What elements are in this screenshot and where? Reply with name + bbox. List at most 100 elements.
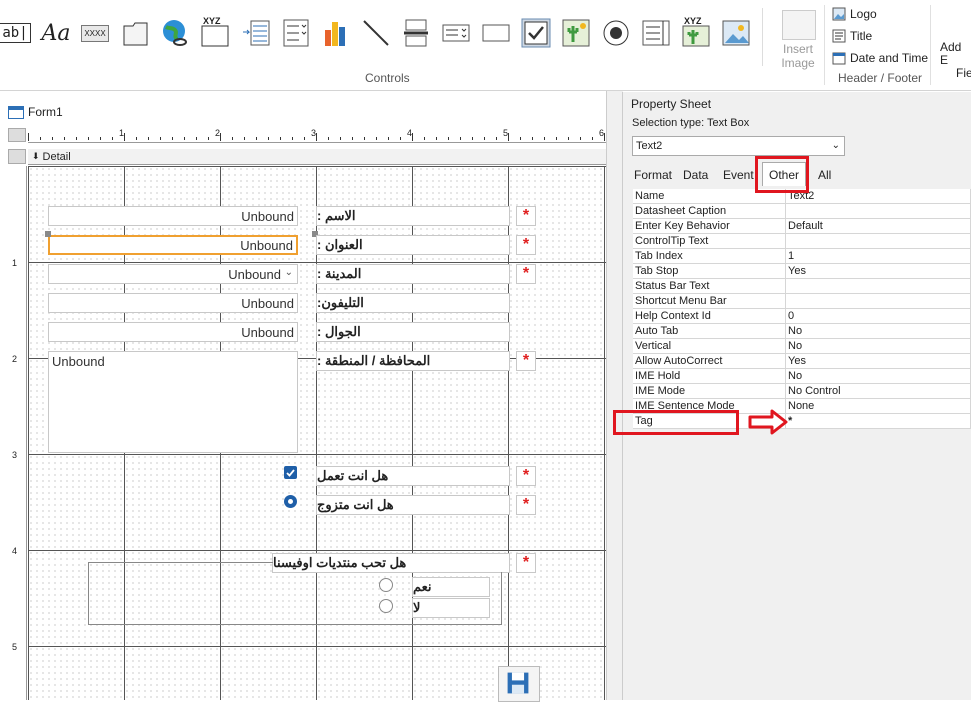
property-row[interactable]: Enter Key Behavior Default xyxy=(633,218,971,234)
property-value[interactable] xyxy=(785,293,971,309)
horizontal-ruler: 1 2 3 4 5 6 xyxy=(28,128,606,143)
property-key: Tab Stop xyxy=(633,263,786,279)
property-value[interactable]: No xyxy=(785,338,971,354)
property-row[interactable]: Auto Tab No xyxy=(633,323,971,339)
address-label: العنوان : xyxy=(316,235,510,255)
page-break-icon[interactable] xyxy=(401,18,431,48)
property-value[interactable] xyxy=(785,233,971,249)
city-combobox[interactable]: Unbound ⌄ xyxy=(48,264,298,284)
name-textbox[interactable]: Unbound xyxy=(48,206,298,226)
combo-box-icon[interactable] xyxy=(441,18,471,48)
unbound-object-frame-icon[interactable] xyxy=(561,18,591,48)
property-value[interactable]: 1 xyxy=(785,248,971,264)
property-key: Vertical xyxy=(633,338,786,354)
tab-data[interactable]: Data xyxy=(683,166,708,184)
property-value[interactable]: No Control xyxy=(785,383,971,399)
controls-scroll[interactable] xyxy=(762,8,771,66)
property-value[interactable]: 0 xyxy=(785,308,971,324)
property-row[interactable]: Shortcut Menu Bar xyxy=(633,293,971,309)
form-tab[interactable]: Form1 xyxy=(8,103,168,121)
date-time-button[interactable]: Date and Time xyxy=(832,51,928,65)
property-key: Shortcut Menu Bar xyxy=(633,293,786,309)
button-icon[interactable]: XXXX xyxy=(80,18,110,48)
list-box-icon[interactable] xyxy=(641,18,671,48)
yes-option-button[interactable] xyxy=(379,578,393,592)
tab-all[interactable]: All xyxy=(818,166,831,184)
property-key: IME Hold xyxy=(633,368,786,384)
required-star: * xyxy=(516,351,536,371)
control-selector[interactable]: Text2 ⌄ xyxy=(632,136,845,156)
required-star: * xyxy=(516,553,536,573)
address-textbox-selected[interactable]: Unbound xyxy=(48,235,298,255)
property-row[interactable]: Help Context Id 0 xyxy=(633,308,971,324)
property-row[interactable]: Tab Stop Yes xyxy=(633,263,971,279)
checkbox-icon[interactable] xyxy=(521,18,551,48)
section-selector[interactable] xyxy=(8,149,26,164)
insert-image-label: Insert xyxy=(782,42,813,56)
property-row[interactable]: Tab Index 1 xyxy=(633,248,971,264)
rectangle-icon[interactable] xyxy=(481,18,511,48)
property-value[interactable]: No xyxy=(785,323,971,339)
check-icon xyxy=(286,469,295,477)
navigation-icon[interactable] xyxy=(241,18,271,48)
city-label: المدينة : xyxy=(316,264,510,284)
option-group-frame[interactable] xyxy=(88,562,89,624)
logo-icon xyxy=(832,7,846,21)
vertical-ruler: 1 2 3 4 5 xyxy=(8,166,27,700)
property-row[interactable]: Status Bar Text xyxy=(633,278,971,294)
move-handle[interactable] xyxy=(45,231,51,237)
required-star: * xyxy=(516,235,536,255)
property-value[interactable]: Text2 xyxy=(785,189,971,204)
region-textbox[interactable]: Unbound xyxy=(48,351,298,453)
married-option-button[interactable] xyxy=(284,495,297,508)
textbox-icon[interactable]: ab| xyxy=(0,18,31,48)
tab-control-icon[interactable] xyxy=(121,18,151,48)
property-row[interactable]: Vertical No xyxy=(633,338,971,354)
add-existing-fields-button[interactable]: Add E Fie xyxy=(940,41,971,80)
pane-scrollbar[interactable] xyxy=(606,91,623,700)
hyperlink-icon[interactable] xyxy=(160,18,190,48)
form-selector[interactable] xyxy=(8,128,26,142)
property-row[interactable]: IME Hold No xyxy=(633,368,971,384)
property-value[interactable] xyxy=(785,203,971,219)
chart-icon[interactable] xyxy=(321,18,351,48)
tab-format[interactable]: Format xyxy=(634,166,672,184)
insert-image-label-2: Image xyxy=(781,56,815,70)
property-value[interactable]: Yes xyxy=(785,353,971,369)
property-value[interactable]: None xyxy=(785,398,971,414)
logo-button[interactable]: Logo xyxy=(832,7,877,21)
calendar-icon xyxy=(832,51,846,65)
line-icon[interactable] xyxy=(361,18,391,48)
property-row[interactable]: ControlTip Text xyxy=(633,233,971,249)
option-button-icon[interactable] xyxy=(601,18,631,48)
mobile-label: الجوال : xyxy=(316,322,510,342)
image-icon[interactable] xyxy=(721,18,751,48)
insert-image-icon[interactable] xyxy=(782,10,816,40)
web-browser-icon[interactable]: XYZ xyxy=(200,16,230,48)
name-label: الاسم : xyxy=(316,206,510,226)
title-icon xyxy=(832,29,846,43)
work-checkbox[interactable] xyxy=(284,466,297,479)
property-value[interactable]: Default xyxy=(785,218,971,234)
phone-textbox[interactable]: Unbound xyxy=(48,293,298,313)
save-record-button[interactable] xyxy=(498,666,540,702)
other-tab-highlight xyxy=(755,156,809,193)
chevron-down-icon[interactable]: ⌄ xyxy=(285,267,293,278)
mobile-textbox[interactable]: Unbound xyxy=(48,322,298,342)
label-icon[interactable]: Aa xyxy=(41,18,71,48)
no-option-button[interactable] xyxy=(379,599,393,613)
header-footer-group-label: Header / Footer xyxy=(838,71,923,85)
detail-section-header[interactable]: ⬇ Detail xyxy=(28,149,606,165)
bound-object-frame-icon[interactable]: XYZ xyxy=(681,16,711,48)
option-group-icon[interactable] xyxy=(281,18,311,48)
tab-event[interactable]: Event xyxy=(723,166,754,184)
property-value[interactable] xyxy=(785,278,971,294)
title-button[interactable]: Title xyxy=(832,29,872,43)
property-row[interactable]: Datasheet Caption xyxy=(633,203,971,219)
property-row[interactable]: IME Mode No Control xyxy=(633,383,971,399)
property-value[interactable]: Yes xyxy=(785,263,971,279)
property-value[interactable]: * xyxy=(785,413,971,429)
property-value[interactable]: No xyxy=(785,368,971,384)
property-row[interactable]: Allow AutoCorrect Yes xyxy=(633,353,971,369)
chevron-down-icon[interactable]: ⌄ xyxy=(832,140,840,151)
